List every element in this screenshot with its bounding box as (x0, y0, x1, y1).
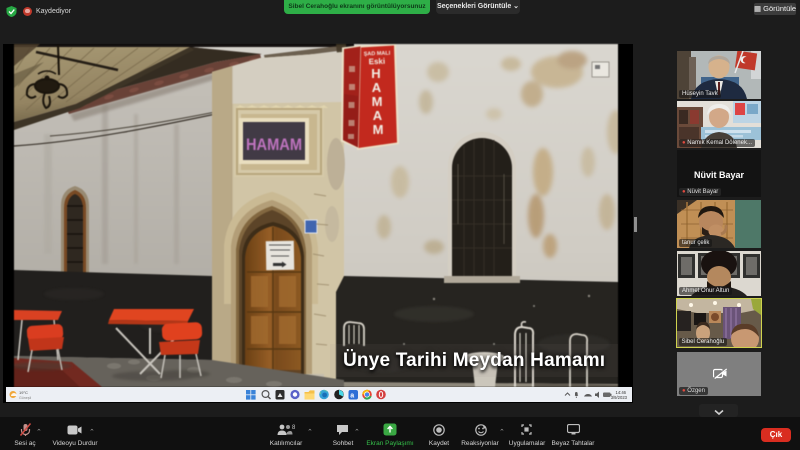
svg-text:19°C: 19°C (19, 390, 28, 395)
svg-text:Güneşli: Güneşli (19, 396, 31, 400)
svg-text:a: a (350, 393, 354, 400)
svg-text:H: H (371, 66, 380, 81)
svg-text:3/9/2023: 3/9/2023 (611, 395, 628, 400)
svg-text:8: 8 (292, 425, 295, 431)
svg-text:M: M (372, 94, 383, 109)
svg-text:Eski: Eski (369, 57, 386, 67)
svg-text:A: A (373, 108, 383, 123)
svg-text:M: M (373, 122, 384, 137)
svg-text:A: A (372, 80, 382, 95)
svg-text:HAMAM: HAMAM (246, 135, 302, 154)
